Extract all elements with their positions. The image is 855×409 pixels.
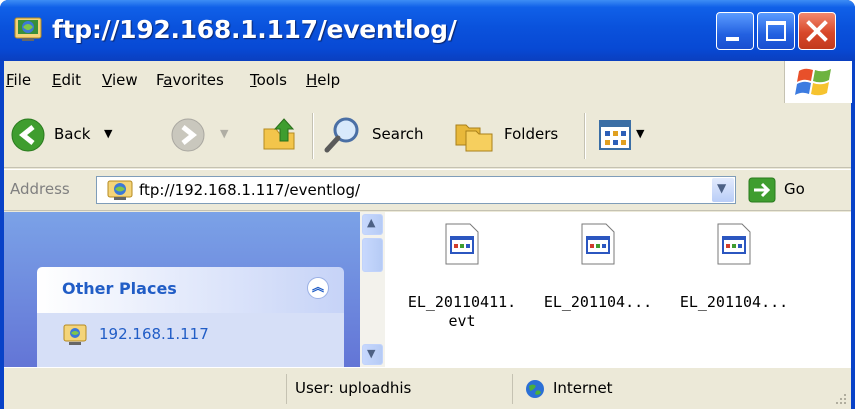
up-folder-button[interactable] [258, 113, 302, 157]
place-link-host[interactable]: 192.168.1.117 [99, 325, 209, 343]
forward-button[interactable]: ▼ [168, 113, 238, 157]
go-arrow-icon [748, 177, 776, 203]
address-label: Address [10, 180, 70, 198]
resize-grip-icon[interactable] [832, 390, 848, 406]
views-dropdown-icon[interactable]: ▼ [636, 127, 644, 140]
forward-arrow-icon [171, 118, 205, 152]
close-icon [806, 20, 828, 42]
chevron-up-icon: ︽ [312, 280, 325, 294]
views-button[interactable]: ▼ [596, 113, 656, 157]
scroll-down-button[interactable]: ▼ [362, 344, 383, 365]
menu-file-rest: ile [13, 71, 32, 89]
ftp-folder-icon [107, 180, 133, 200]
collapse-button[interactable]: ︽ [307, 277, 329, 299]
address-bar: Address ftp://192.168.1.117/eventlog/ ▼ [4, 169, 851, 211]
standard-toolbar: Back ▼ ▼ Search Folders ▼ [4, 103, 851, 168]
status-zone-cell: Internet [512, 374, 830, 404]
toolbar-separator [584, 113, 586, 159]
scroll-up-button[interactable]: ▲ [362, 214, 383, 235]
explorer-window: ftp://192.168.1.117/eventlog/ File Edit … [0, 0, 855, 409]
other-places-header[interactable]: Other Places ︽ [37, 267, 344, 313]
back-label: Back [54, 125, 91, 143]
other-places-title: Other Places [62, 279, 177, 298]
back-dropdown-icon[interactable]: ▼ [104, 127, 112, 140]
views-grid-icon [599, 120, 631, 150]
other-places-box: Other Places ︽ 192.168.1.117 [37, 267, 344, 367]
task-pane: Other Places ︽ 192.168.1.117 [4, 212, 360, 367]
status-user-cell: User: uploadhis [286, 374, 512, 404]
menu-file[interactable]: File [6, 71, 31, 89]
file-name: EL_20110411. evt [407, 293, 517, 330]
address-dropdown-button[interactable]: ▼ [712, 178, 734, 202]
status-zone: Internet [553, 379, 613, 397]
window-title: ftp://192.168.1.117/eventlog/ [52, 15, 457, 44]
windows-logo [784, 61, 852, 103]
event-log-file-icon [581, 223, 615, 265]
menu-tools[interactable]: Tools [250, 71, 287, 89]
search-label: Search [372, 125, 424, 143]
other-places-body: 192.168.1.117 [37, 313, 344, 367]
forward-dropdown-icon[interactable]: ▼ [220, 127, 228, 140]
file-name: EL_201104... [543, 293, 653, 311]
file-list: EL_20110411. evt EL_201104... EL_201104.… [385, 212, 851, 367]
folders-icon [455, 124, 493, 152]
back-button[interactable]: Back ▼ [8, 113, 158, 157]
search-button[interactable]: Search [320, 113, 440, 157]
menu-view[interactable]: View [102, 71, 138, 89]
status-bar: User: uploadhis Internet [4, 367, 851, 409]
file-name: EL_201104... [679, 293, 789, 311]
windows-flag-icon [795, 68, 831, 96]
go-label: Go [784, 180, 805, 198]
address-input[interactable]: ftp://192.168.1.117/eventlog/ ▼ [96, 176, 736, 204]
vertical-scrollbar[interactable]: ▲ ▼ [360, 212, 385, 367]
internet-globe-icon [526, 380, 544, 398]
network-computer-icon [63, 324, 87, 345]
address-value: ftp://192.168.1.117/eventlog/ [139, 181, 361, 199]
toolbar-separator [312, 113, 314, 159]
chevron-down-icon: ▼ [717, 181, 727, 195]
menu-help[interactable]: Help [306, 71, 340, 89]
status-user: User: uploadhis [295, 379, 412, 397]
client-area: File Edit View Favorites Tools Help Back… [4, 61, 852, 409]
scroll-down-icon: ▼ [367, 347, 376, 360]
close-button[interactable] [798, 12, 836, 50]
ftp-folder-icon [14, 17, 42, 41]
back-arrow-icon [11, 118, 45, 152]
menu-edit[interactable]: Edit [52, 71, 81, 89]
scroll-up-icon: ▲ [367, 216, 376, 229]
go-button[interactable]: Go [748, 176, 838, 204]
folders-label: Folders [504, 125, 559, 143]
up-folder-icon [263, 118, 295, 150]
maximize-button[interactable] [757, 12, 795, 50]
menu-bar: File Edit View Favorites Tools Help [4, 61, 852, 104]
menu-favorites[interactable]: Favorites [156, 71, 224, 89]
search-icon [324, 117, 359, 153]
minimize-button[interactable] [716, 12, 754, 50]
title-bar[interactable]: ftp://192.168.1.117/eventlog/ [0, 0, 855, 61]
scroll-thumb[interactable] [362, 238, 383, 272]
event-log-file-icon [445, 223, 479, 265]
event-log-file-icon [717, 223, 751, 265]
folders-button[interactable]: Folders [452, 113, 582, 157]
